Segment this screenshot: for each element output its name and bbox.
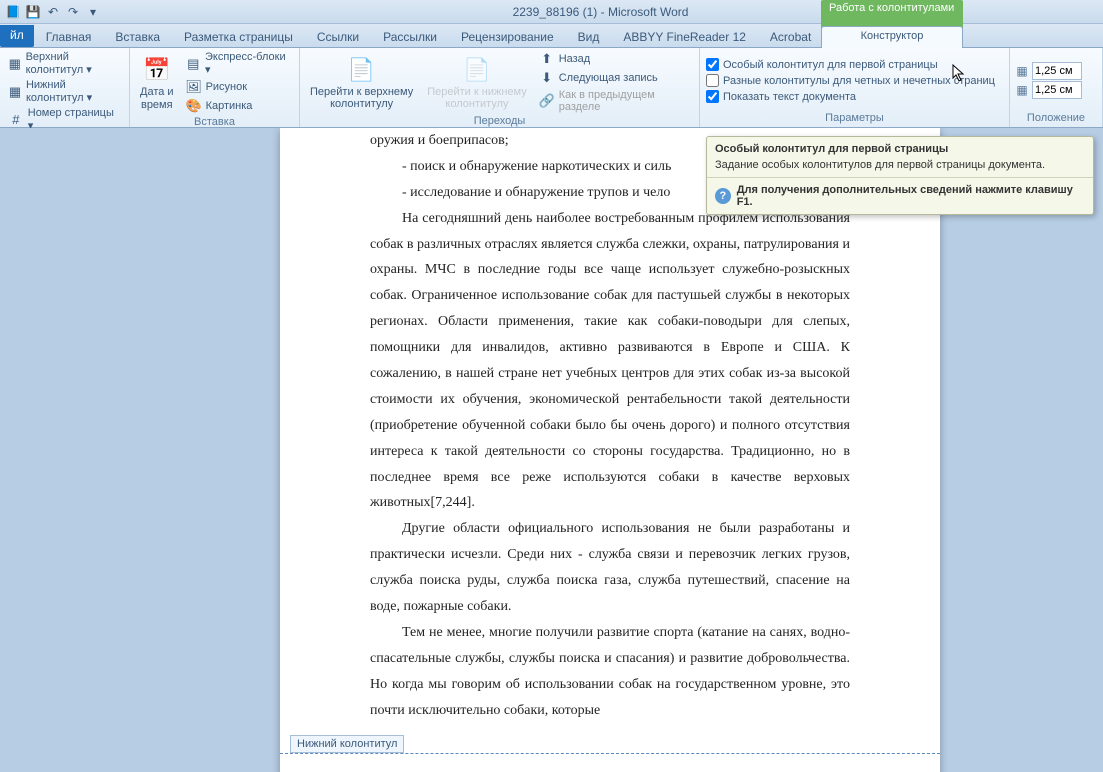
footer-button[interactable]: ▦Нижний колонтитул ▾: [4, 78, 125, 105]
header-from-top-input[interactable]: ▦: [1014, 62, 1082, 80]
dropdown-icon[interactable]: ▾: [84, 3, 102, 21]
goto-footer-icon: 📄: [461, 54, 493, 86]
save-icon[interactable]: 💾: [24, 3, 42, 21]
quick-parts-button[interactable]: ▤Экспресс-блоки ▾: [182, 50, 295, 77]
contextual-tab-group: Работа с колонтитулами Конструктор: [821, 0, 963, 48]
redo-icon[interactable]: ↷: [64, 3, 82, 21]
different-odd-even-checkbox[interactable]: Разные колонтитулы для четных и нечетных…: [704, 73, 997, 88]
ribbon-tabs: йл Главная Вставка Разметка страницы Ссы…: [0, 24, 1103, 48]
ribbon: ▦Верхний колонтитул ▾ ▦Нижний колонтитул…: [0, 48, 1103, 128]
picture-icon: 🖼: [186, 79, 202, 95]
tooltip-body: Задание особых колонтитулов для первой с…: [707, 157, 1093, 177]
group-insert: 📅 Дата и время ▤Экспресс-блоки ▾ 🖼Рисуно…: [130, 48, 300, 127]
tab-home[interactable]: Главная: [34, 27, 104, 47]
group-label-nav: Переходы: [304, 114, 695, 128]
show-document-text-checkbox[interactable]: Показать текст документа: [704, 89, 997, 104]
back-icon: ⬆: [539, 51, 555, 67]
tab-layout[interactable]: Разметка страницы: [172, 27, 305, 47]
undo-icon[interactable]: ↶: [44, 3, 62, 21]
document-page[interactable]: оружия и боеприпасов; - поиск и обнаруже…: [280, 128, 940, 772]
header-margin-icon: ▦: [1014, 63, 1030, 79]
link-icon: 🔗: [539, 93, 555, 109]
group-label-insert: Вставка: [134, 115, 295, 129]
different-first-page-checkbox[interactable]: Особый колонтитул для первой страницы: [704, 57, 997, 72]
footer-tag: Нижний колонтитул: [290, 735, 404, 753]
tab-review[interactable]: Рецензирование: [449, 27, 566, 47]
clipart-icon: 🎨: [186, 98, 202, 114]
tab-insert[interactable]: Вставка: [103, 27, 172, 47]
doc-text: Тем не менее, многие получили развитие с…: [370, 620, 850, 724]
goto-footer-button[interactable]: 📄 Перейти к нижнему колонтитулу: [421, 50, 532, 114]
next-button[interactable]: ⬇Следующая запись: [535, 69, 695, 87]
link-previous-button[interactable]: 🔗Как в предыдущем разделе: [535, 88, 695, 114]
clipart-button[interactable]: 🎨Картинка: [182, 97, 295, 115]
help-icon: ?: [715, 188, 731, 204]
file-tab[interactable]: йл: [0, 25, 34, 47]
tab-references[interactable]: Ссылки: [305, 27, 371, 47]
previous-button[interactable]: ⬆Назад: [535, 50, 695, 68]
quick-access-toolbar: 📘 💾 ↶ ↷ ▾: [4, 3, 102, 21]
group-label-options: Параметры: [704, 111, 1005, 125]
group-position: ▦ ▦ Положение: [1010, 48, 1103, 127]
goto-header-button[interactable]: 📄 Перейти к верхнему колонтитулу: [304, 50, 419, 114]
blocks-icon: ▤: [186, 56, 201, 72]
group-headers: ▦Верхний колонтитул ▾ ▦Нижний колонтитул…: [0, 48, 130, 127]
doc-text: На сегодняшний день наиболее востребован…: [370, 206, 850, 517]
picture-button[interactable]: 🖼Рисунок: [182, 78, 295, 96]
pagenum-icon: #: [8, 112, 24, 128]
tab-design[interactable]: Конструктор: [821, 26, 963, 48]
goto-header-icon: 📄: [346, 54, 378, 86]
word-icon[interactable]: 📘: [4, 3, 22, 21]
tab-mailings[interactable]: Рассылки: [371, 27, 449, 47]
tab-abbyy[interactable]: ABBYY FineReader 12: [611, 27, 758, 47]
tab-view[interactable]: Вид: [566, 27, 612, 47]
footer-margin-icon: ▦: [1014, 82, 1030, 98]
tooltip-title: Особый колонтитул для первой страницы: [707, 137, 1093, 157]
footer-from-bottom-input[interactable]: ▦: [1014, 81, 1082, 99]
tooltip: Особый колонтитул для первой страницы За…: [706, 136, 1094, 215]
document-area: оружия и боеприпасов; - поиск и обнаруже…: [0, 128, 1103, 772]
header-button[interactable]: ▦Верхний колонтитул ▾: [4, 50, 125, 77]
next-icon: ⬇: [539, 70, 555, 86]
group-navigation: 📄 Перейти к верхнему колонтитулу 📄 Перей…: [300, 48, 700, 127]
contextual-tab-title: Работа с колонтитулами: [829, 2, 954, 14]
footer-boundary: Нижний колонтитул: [280, 753, 940, 754]
datetime-button[interactable]: 📅 Дата и время: [134, 50, 180, 115]
tab-acrobat[interactable]: Acrobat: [758, 27, 823, 47]
footer-icon: ▦: [8, 84, 22, 100]
doc-text: Другие области официального использовани…: [370, 516, 850, 620]
group-options: Особый колонтитул для первой страницы Ра…: [700, 48, 1010, 127]
calendar-icon: 📅: [141, 54, 173, 86]
tooltip-footer: ? Для получения дополнительных сведений …: [707, 177, 1093, 214]
group-label-position: Положение: [1014, 111, 1098, 125]
header-icon: ▦: [8, 56, 22, 72]
